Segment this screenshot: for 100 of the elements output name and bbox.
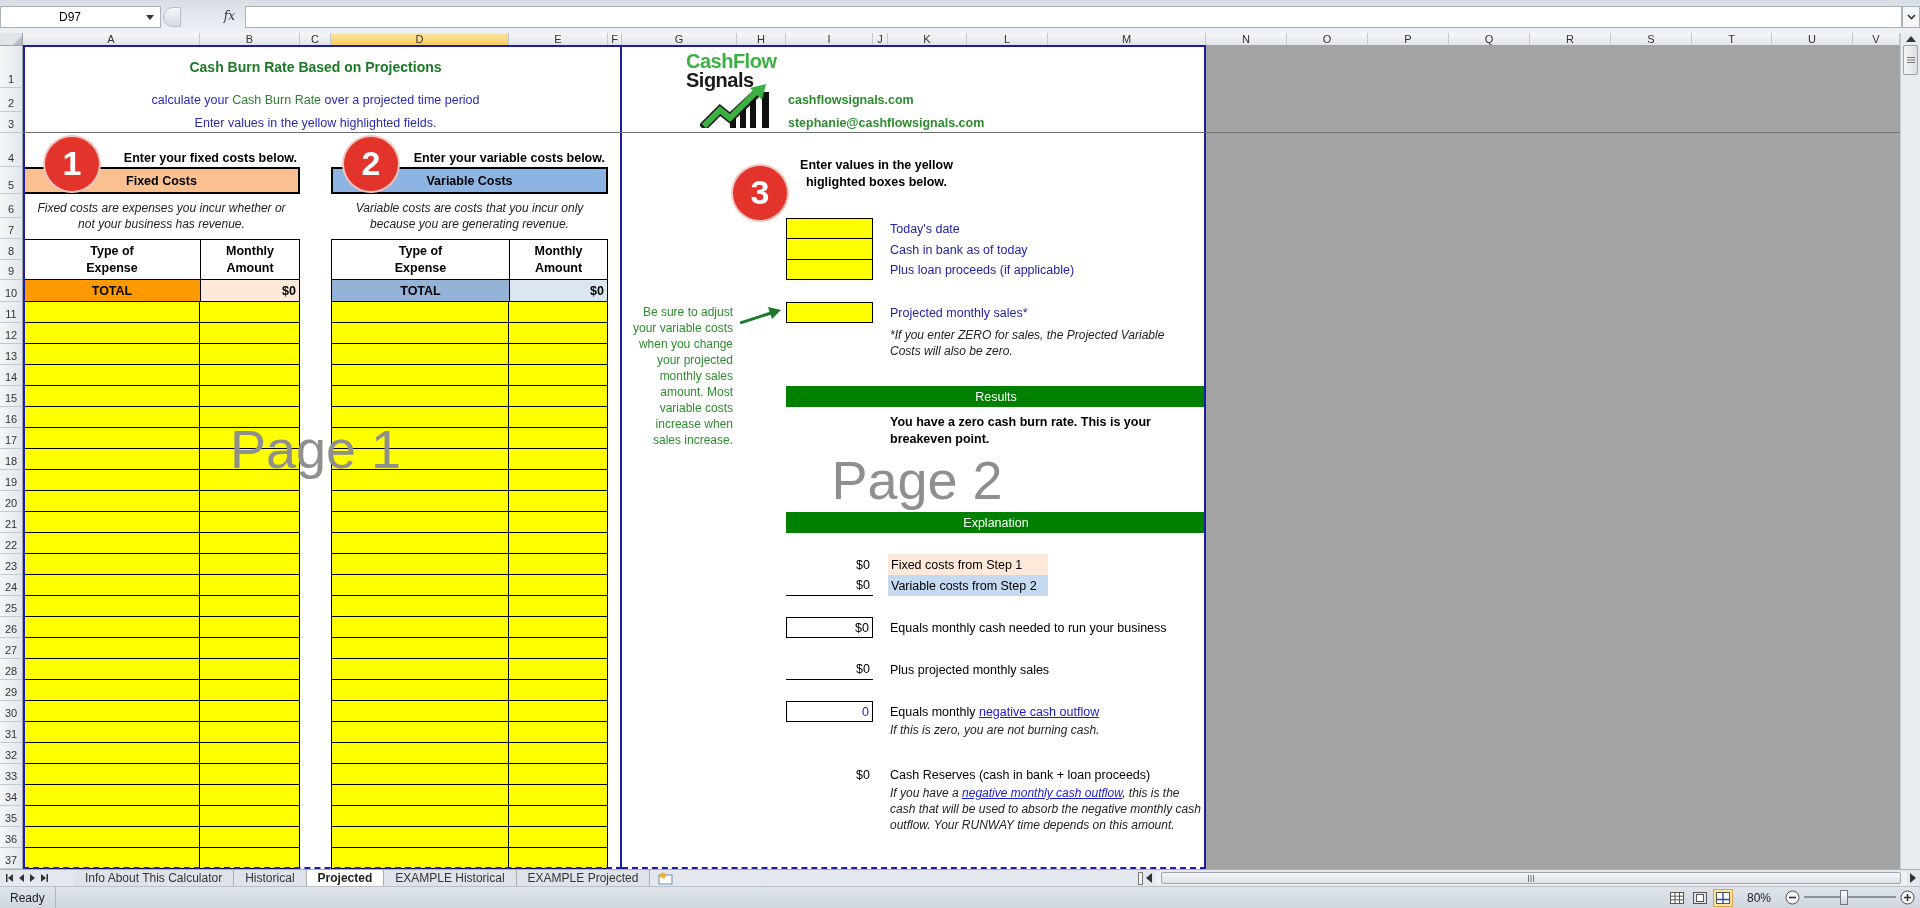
row-number[interactable]: 31 <box>0 722 23 743</box>
column-header[interactable]: U <box>1772 33 1853 46</box>
row-number[interactable]: 4 <box>0 133 23 167</box>
input-field[interactable] <box>786 260 873 280</box>
row-number[interactable]: 20 <box>0 491 23 512</box>
name-box[interactable]: D97 <box>0 6 161 28</box>
column-title: Type of Expense <box>331 239 509 280</box>
column-header[interactable]: P <box>1368 33 1449 46</box>
sheet-tab[interactable]: EXAMPLE Historical <box>384 870 517 886</box>
triangle-icon <box>13 36 22 45</box>
explanation-label: Equals monthly negative cash outflow <box>889 703 1101 721</box>
step-number-badge: 2 <box>344 136 398 191</box>
input-field[interactable] <box>786 218 873 239</box>
row-number[interactable]: 11 <box>0 302 23 323</box>
sheet-tab[interactable]: EXAMPLE Projected <box>516 870 651 886</box>
column-header[interactable]: V <box>1853 33 1900 46</box>
zoom-out-icon[interactable] <box>1785 890 1800 905</box>
explanation-label: Variable costs from Step 2 <box>888 575 1048 596</box>
field-label: Today's date <box>889 221 961 236</box>
table-description: Variable costs are costs that you incur only because you are generating revenue. <box>355 200 584 232</box>
scroll-left-icon[interactable] <box>1146 873 1152 883</box>
vertical-scrollbar[interactable] <box>1900 33 1920 869</box>
column-header[interactable]: Q <box>1449 33 1530 46</box>
row-number[interactable]: 37 <box>0 848 23 869</box>
row-number[interactable]: 24 <box>0 575 23 596</box>
column-header[interactable]: S <box>1611 33 1692 46</box>
page-number-label: Page 2 <box>831 449 1003 512</box>
horizontal-scrollbar[interactable] <box>1155 871 1907 885</box>
sheet-tab[interactable]: Projected <box>306 870 385 886</box>
column-header[interactable]: R <box>1530 33 1611 46</box>
expand-formula-button[interactable] <box>1902 6 1920 28</box>
row-number[interactable]: 1 <box>0 46 23 88</box>
row-number[interactable]: 22 <box>0 533 23 554</box>
row-number[interactable]: 32 <box>0 743 23 764</box>
page-break-preview-button[interactable] <box>1712 888 1733 907</box>
scroll-thumb[interactable] <box>1903 45 1918 75</box>
side-note: Be sure to adjust your variable costs when you change your projected monthly sales amount. Most variable costs increase when sales increase. <box>632 304 734 448</box>
amount-value: $0 <box>856 578 870 592</box>
formula-bar-grip[interactable] <box>163 7 181 27</box>
definition-link[interactable]: negative cash outflow <box>978 704 1100 719</box>
amount-value: $0 <box>856 662 870 676</box>
first-sheet-icon[interactable] <box>6 874 13 882</box>
row-number[interactable]: 7 <box>0 218 23 239</box>
column-header[interactable]: O <box>1287 33 1368 46</box>
total-amount: $0 <box>509 280 608 302</box>
next-sheet-icon[interactable] <box>30 874 35 882</box>
step-prompt: Enter values in the yellow higlighted boxes below. <box>800 157 953 191</box>
result-message: You have a zero cash burn rate. This is your breakeven point. <box>889 414 1152 448</box>
row-number[interactable]: 13 <box>0 344 23 365</box>
row-number[interactable]: 23 <box>0 554 23 575</box>
row-number[interactable]: 33 <box>0 764 23 785</box>
row-number[interactable]: 10 <box>0 280 23 302</box>
row-number[interactable]: 21 <box>0 512 23 533</box>
split-handle-icon[interactable] <box>1138 871 1143 885</box>
last-sheet-icon[interactable] <box>41 874 48 882</box>
grid-icon <box>1669 891 1684 904</box>
input-field[interactable] <box>786 302 873 323</box>
row-number[interactable]: 19 <box>0 470 23 491</box>
sheet-tab[interactable]: Info About This Calculator <box>74 870 235 886</box>
row-number[interactable]: 15 <box>0 386 23 407</box>
row-number[interactable]: 28 <box>0 659 23 680</box>
scroll-up-icon[interactable] <box>1905 36 1916 42</box>
row-number[interactable]: 17 <box>0 428 23 449</box>
row-number[interactable]: 35 <box>0 806 23 827</box>
row-number[interactable]: 18 <box>0 449 23 470</box>
step-prompt: Enter your fixed costs below. <box>123 151 298 167</box>
explanation-label: Cash Reserves (cash in bank + loan proceeds) <box>889 766 1152 784</box>
row-number[interactable]: 5 <box>0 167 23 194</box>
slider-thumb[interactable] <box>1839 890 1848 905</box>
row-number[interactable]: 6 <box>0 194 23 218</box>
row-number[interactable]: 36 <box>0 827 23 848</box>
row-number[interactable]: 26 <box>0 617 23 638</box>
row-number[interactable]: 2 <box>0 88 23 112</box>
row-number[interactable]: 25 <box>0 596 23 617</box>
explanation-label: Equals monthly cash needed to run your business <box>889 619 1168 637</box>
input-field[interactable] <box>786 239 873 260</box>
pointer-arrow <box>740 307 781 324</box>
page-icon <box>1692 891 1707 904</box>
amount-value: $0 <box>856 557 870 572</box>
scroll-thumb[interactable] <box>1161 872 1901 884</box>
row-number[interactable]: 30 <box>0 701 23 722</box>
row-number[interactable]: 9 <box>0 260 23 280</box>
row-number[interactable]: 27 <box>0 638 23 659</box>
insert-function-button[interactable]: fx <box>183 6 245 23</box>
formula-field[interactable] <box>245 6 1902 28</box>
row-number[interactable]: 3 <box>0 112 23 133</box>
row-number[interactable]: 8 <box>0 239 23 260</box>
previous-sheet-icon[interactable] <box>19 874 24 882</box>
row-number[interactable]: 14 <box>0 365 23 386</box>
row-number[interactable]: 16 <box>0 407 23 428</box>
row-number[interactable]: 34 <box>0 785 23 806</box>
row-number[interactable]: 29 <box>0 680 23 701</box>
zoom-in-icon[interactable] <box>1900 890 1915 905</box>
column-header[interactable]: T <box>1692 33 1772 46</box>
column-header[interactable]: N <box>1206 33 1287 46</box>
row-number[interactable]: 12 <box>0 323 23 344</box>
scroll-right-icon[interactable] <box>1910 873 1916 883</box>
status-text: Ready <box>0 887 56 908</box>
sheet-tab[interactable]: Historical <box>234 870 307 886</box>
dropdown-caret-icon <box>146 14 154 20</box>
